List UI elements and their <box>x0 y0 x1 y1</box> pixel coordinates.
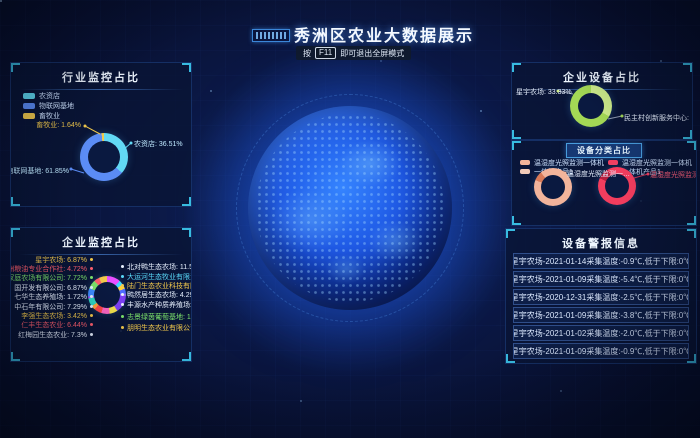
chart-callout: 物联网基地: 61.85% <box>10 166 69 176</box>
alarm-row[interactable]: 星宇农场-2020-12-31采集温度:-2.5℃,低于下限:0℃ <box>513 289 689 305</box>
chart-callout: 农资店: 36.51% <box>134 139 183 149</box>
globe-dot-map <box>256 114 444 302</box>
alarm-row[interactable]: 星宇农场-2021-01-09采集温度:-0.9℃,低于下限:0℃ <box>513 343 689 359</box>
chart-callout: 陆门生态农业科技有限公 <box>121 282 192 291</box>
divider <box>19 254 183 255</box>
equipment-donut-chart[interactable] <box>570 85 612 127</box>
dashboard: 秀洲区农业大数据展示 按 F11 即可退出全屏模式 行业监控占比 农资店 物联网… <box>0 0 700 438</box>
panel-device-category: 设备分类占比 温湿度光照监测一体机 一体机产品1 温湿度光照监测一体机 一体机产… <box>511 140 697 226</box>
legend-item[interactable]: 农资店 <box>23 91 74 101</box>
divider <box>19 89 183 90</box>
legend-swatch <box>608 160 618 165</box>
chart-callout: 红梅园生态农业: 7.3% <box>18 331 93 340</box>
legend-label: 农资店 <box>39 91 60 101</box>
chart-callout: 秀洲粮油专业合作社: 4.72% <box>10 265 93 274</box>
panel-device-alarms: 设备警报信息 星宇农场-2021-01-14采集温度:-0.9℃,低于下限:0℃… <box>505 228 697 364</box>
alarm-row[interactable]: 星宇农场-2021-01-09采集温度:-5.4℃,低于下限:0℃ <box>513 271 689 287</box>
f11-keycap: F11 <box>315 47 336 59</box>
legend-item[interactable]: 物联网基地 <box>23 101 74 111</box>
star-field <box>0 0 2 2</box>
panel-title: 企业监控占比 <box>11 234 191 250</box>
chart-callout: 温湿度光照监测一… <box>650 170 697 180</box>
chart-callout: 国开发有限公司: 6.87% <box>14 284 93 293</box>
alarm-row[interactable]: 星宇农场-2021-01-14采集温度:-0.9℃,低于下限:0℃ <box>513 253 689 269</box>
chart-callout: 志景绿茵葡萄基地: 15.02% <box>121 313 192 322</box>
panel-title: 设备警报信息 <box>506 235 696 251</box>
chart-callout: 畜牧业: 1.64% <box>36 120 81 130</box>
chart-callout: 温湿度光照监测一… <box>567 169 630 179</box>
alarm-row[interactable]: 星宇农场-2021-01-09采集温度:-3.8℃,低于下限:0℃ <box>513 307 689 323</box>
chart-callout: 星宇农场: 33.33% <box>516 87 572 97</box>
chart-callout: 大运河生态牧业有限责任公 <box>121 273 192 282</box>
fullscreen-tip: 按 F11 即可退出全屏模式 <box>296 46 411 60</box>
chart-callout: 中石年有限公司: 7.29% <box>14 303 93 312</box>
brand-logo <box>252 29 290 42</box>
chart-callout: 丰源水产种质养殖场: 1. <box>121 301 192 310</box>
legend-swatch <box>520 160 530 165</box>
page-title: 秀洲区农业大数据展示 <box>294 22 474 46</box>
chart-callout: 星宇农场: 6.87% <box>35 256 93 265</box>
legend-swatch <box>23 93 35 99</box>
chart-callout: 李强生态农场: 3.42% <box>21 312 93 321</box>
chart-callout: 北对鸭生态农场: 11.56% <box>121 263 192 272</box>
legend-swatch <box>23 113 35 119</box>
industry-legend: 农资店 物联网基地 畜牧业 <box>23 91 74 121</box>
legend-label: 物联网基地 <box>39 101 74 111</box>
panel-industry-monitor: 行业监控占比 农资店 物联网基地 畜牧业 畜牧业: 1.64% 农资店: 36.… <box>10 62 192 207</box>
chart-callout: 鸭然居生态农场: 4.29 <box>121 291 192 300</box>
industry-donut-chart[interactable] <box>80 133 128 181</box>
legend-swatch <box>520 169 530 174</box>
legend-swatch <box>23 103 35 109</box>
chart-callout: 民主村创新服务中心: <box>624 113 689 123</box>
tip-prefix: 按 <box>303 48 311 59</box>
globe-visual <box>248 106 452 310</box>
tip-suffix: 即可退出全屏模式 <box>340 48 404 59</box>
chart-callout: 七华生态养殖场: 1.72% <box>14 293 93 302</box>
alarm-row[interactable]: 星宇农场-2021-01-02采集温度:-2.0℃,低于下限:0℃ <box>513 325 689 341</box>
chart-callout: 仁丰生态农业: 6.44% <box>21 321 93 330</box>
chart-callout: 家庭农场有限公司: 7.72% <box>10 274 93 283</box>
panel-enterprise-monitor: 企业监控占比 星宇农场: 6.87% 秀洲粮油专业合作社: 4.72% 家庭农场… <box>10 227 192 362</box>
panel-equipment-ratio: 企业设备占比 星宇农场: 33.33% 民主村创新服务中心: <box>511 62 693 140</box>
panel-title: 设备分类占比 <box>566 143 642 158</box>
panel-title: 企业设备占比 <box>512 69 692 85</box>
panel-title: 行业监控占比 <box>11 69 191 85</box>
chart-callout: 朋明生态农业有限公司: 6.87% <box>121 324 192 333</box>
